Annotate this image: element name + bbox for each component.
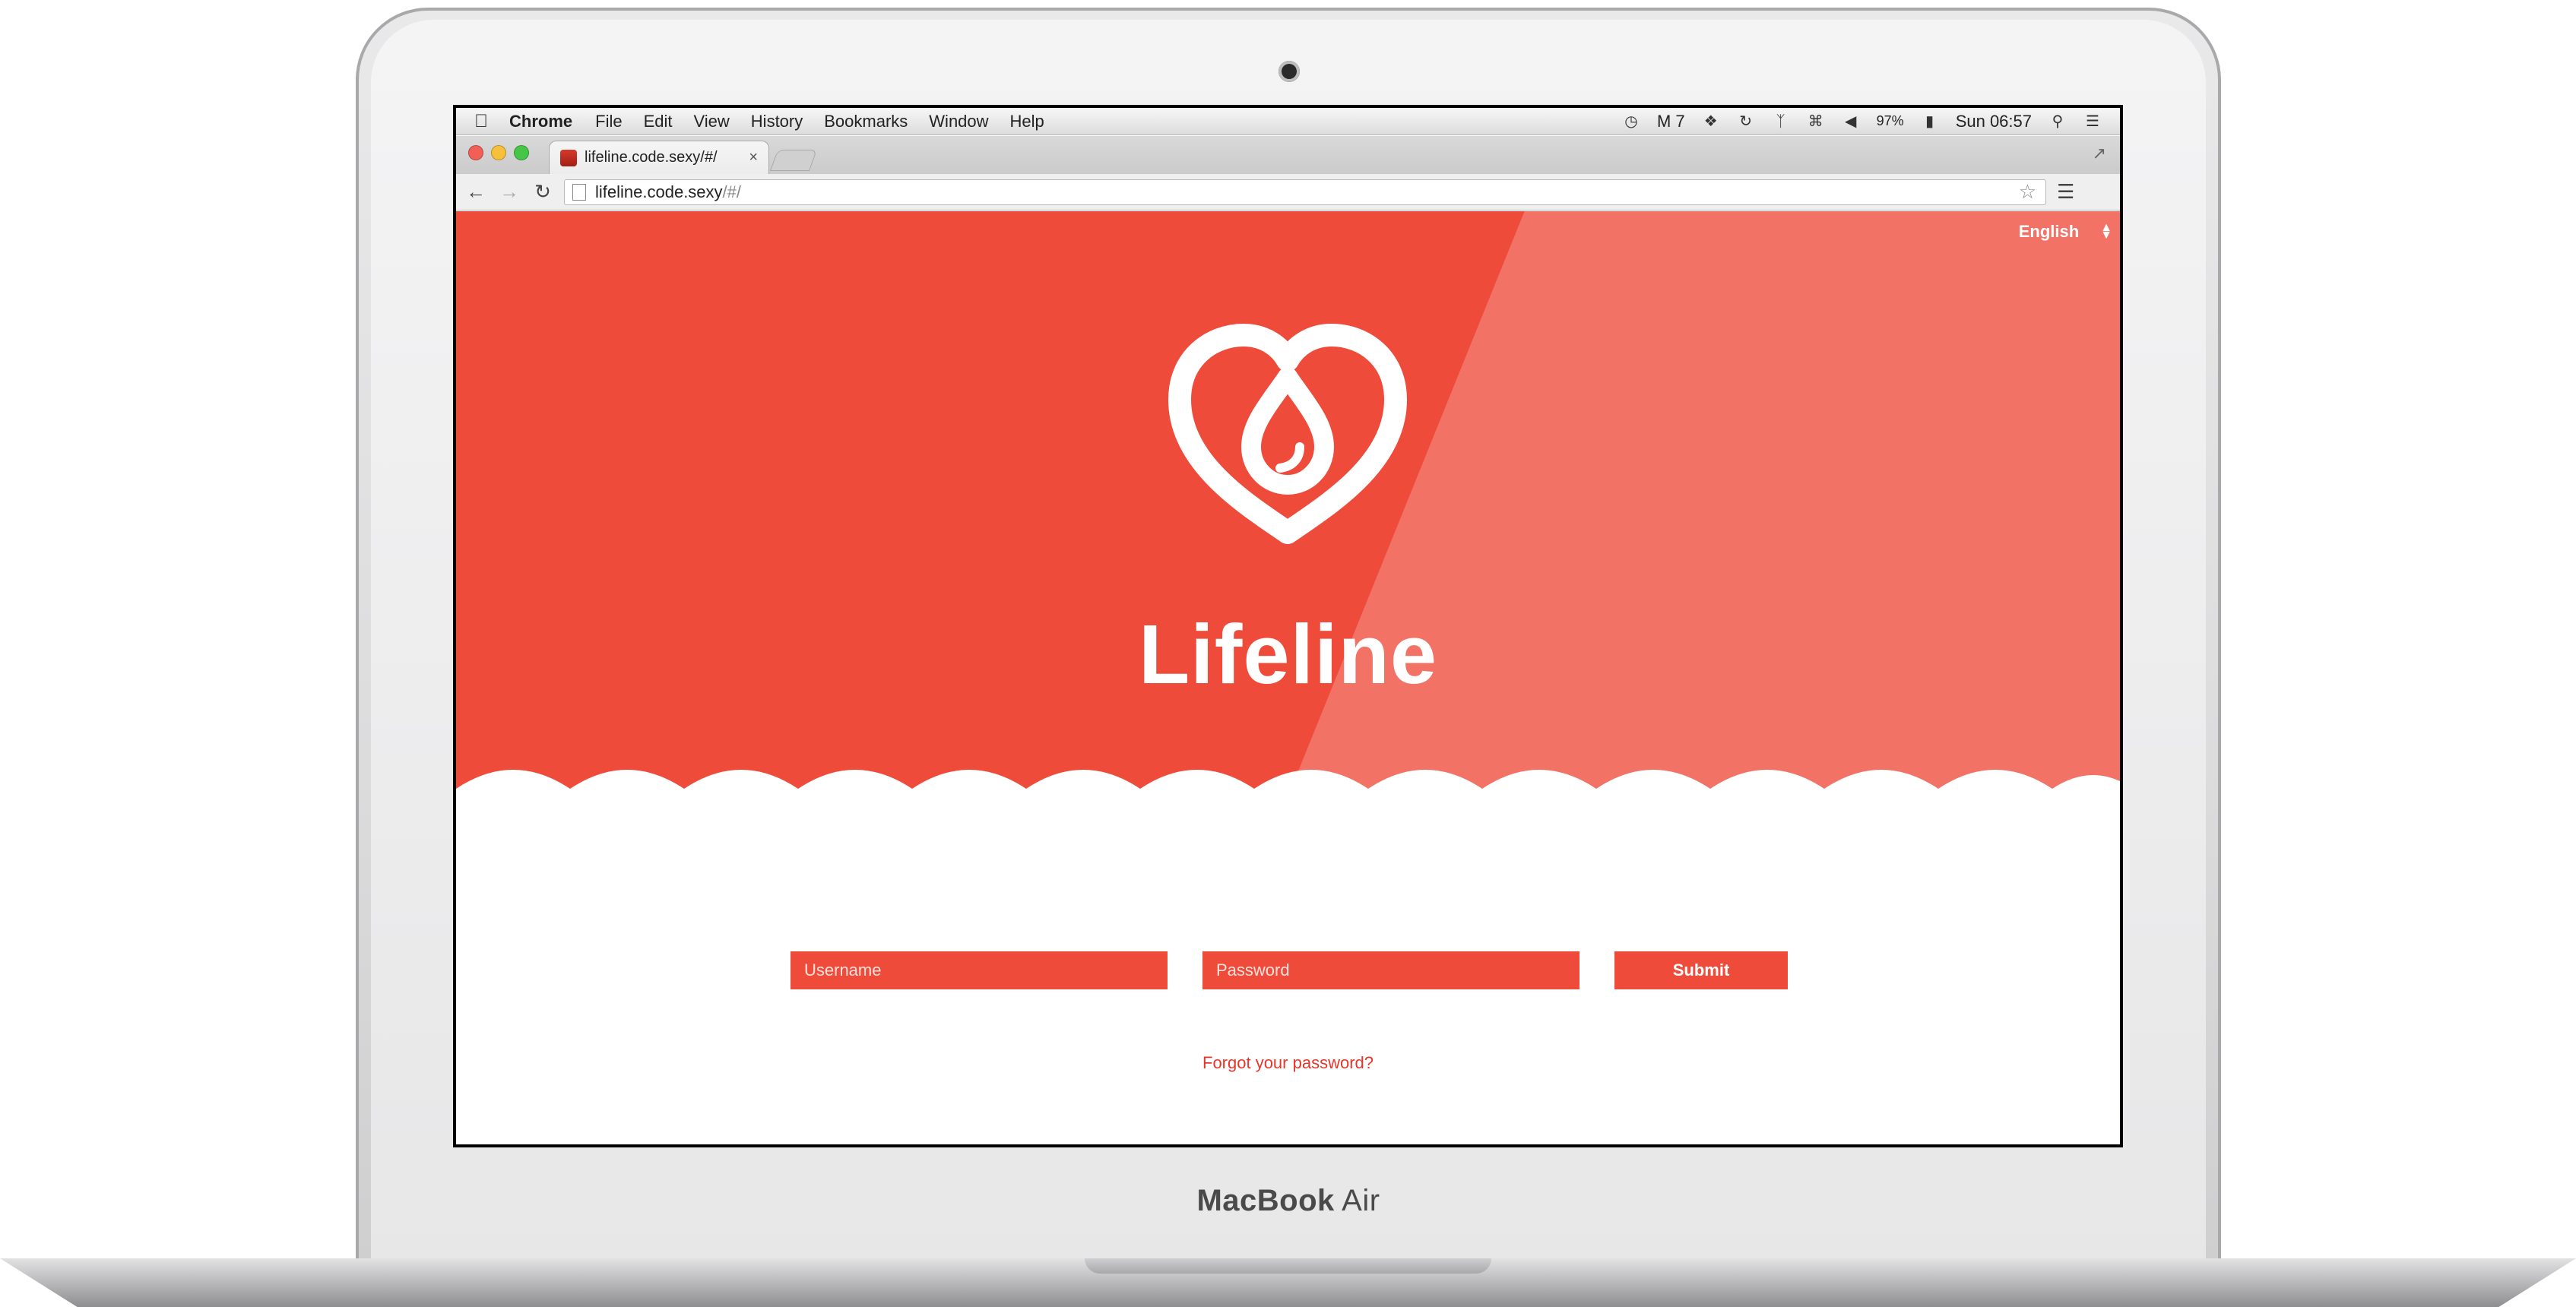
window-zoom-icon[interactable] bbox=[514, 145, 529, 160]
menu-window[interactable]: Window bbox=[929, 112, 988, 131]
spotlight-search-icon[interactable]: ⚲ bbox=[2048, 112, 2067, 131]
chrome-tab-strip: lifeline.code.sexy/#/ × ↗ bbox=[456, 136, 2120, 174]
m-icon: M bbox=[1656, 111, 1671, 131]
back-icon[interactable]: ← bbox=[462, 179, 490, 206]
laptop-hinge-notch bbox=[1085, 1258, 1491, 1274]
menu-edit[interactable]: Edit bbox=[644, 112, 673, 131]
apple-logo-icon[interactable]:  bbox=[474, 111, 488, 132]
menubar-status-area: ◷ M 7 ❖ ↻ ᛉ ⌘ ◀ 97% ▮ Sun 06:57 ⚲ ☰ bbox=[1622, 112, 2102, 131]
clock-app-icon[interactable]: ◷ bbox=[1622, 112, 1640, 131]
menubar-clock[interactable]: Sun 06:57 bbox=[1956, 112, 2032, 131]
battery-icon: ▮ bbox=[1925, 112, 1934, 130]
mac-menubar:  Chrome File Edit View History Bookmark… bbox=[456, 108, 2120, 135]
menu-view[interactable]: View bbox=[694, 112, 730, 131]
browser-viewport:  Chrome File Edit View History Bookmark… bbox=[456, 108, 2120, 1144]
bluetooth-icon[interactable]: ᛉ bbox=[1772, 112, 1790, 131]
menu-history[interactable]: History bbox=[751, 112, 803, 131]
fullscreen-icon[interactable]: ↗ bbox=[2093, 144, 2106, 163]
forgot-password-link[interactable]: Forgot your password? bbox=[456, 1053, 2120, 1073]
username-input[interactable] bbox=[791, 951, 1168, 989]
reload-icon[interactable]: ↻ bbox=[529, 179, 556, 206]
favicon-icon bbox=[560, 149, 577, 166]
language-label: English bbox=[2018, 222, 2080, 241]
language-select[interactable]: English ▲ ▼ bbox=[2019, 222, 2112, 242]
notification-badge[interactable]: M 7 bbox=[1657, 112, 1685, 131]
lifeline-heart-drop-logo-icon bbox=[1168, 324, 1407, 544]
login-form: Submit bbox=[791, 951, 1788, 989]
camera-icon bbox=[1278, 61, 1300, 82]
web-page: English ▲▼ Lifeline Submit Forgot your p… bbox=[456, 211, 2120, 1144]
browser-tab[interactable]: lifeline.code.sexy/#/ × bbox=[549, 141, 769, 174]
cloud-wave-divider bbox=[456, 770, 2120, 819]
new-tab-button[interactable] bbox=[769, 150, 818, 171]
notification-center-icon[interactable]: ☰ bbox=[2083, 112, 2102, 131]
address-url-path: /#/ bbox=[722, 182, 742, 201]
battery-percent[interactable]: 97% bbox=[1877, 113, 1904, 129]
dropbox-icon[interactable]: ❖ bbox=[1702, 112, 1720, 131]
forward-icon[interactable]: → bbox=[496, 179, 523, 206]
menu-file[interactable]: File bbox=[595, 112, 622, 131]
window-close-icon[interactable] bbox=[468, 145, 483, 160]
wifi-icon[interactable]: ⌘ bbox=[1807, 112, 1825, 131]
tab-title: lifeline.code.sexy/#/ bbox=[585, 149, 718, 166]
chrome-menu-icon[interactable]: ☰ bbox=[2057, 180, 2074, 204]
laptop-screen:  Chrome File Edit View History Bookmark… bbox=[453, 105, 2123, 1147]
hero-banner: English ▲ ▼ Lifeline bbox=[456, 211, 2120, 804]
tab-close-icon[interactable]: × bbox=[749, 149, 758, 166]
app-title: Lifeline bbox=[1138, 608, 1438, 701]
macbook-air-label: MacBook Air bbox=[1196, 1184, 1380, 1217]
address-bar[interactable]: lifeline.code.sexy/#/ ☆ bbox=[564, 179, 2046, 205]
volume-icon[interactable]: ◀ bbox=[1842, 112, 1860, 131]
bookmark-star-icon[interactable]: ☆ bbox=[2019, 180, 2036, 204]
time-machine-icon[interactable]: ↻ bbox=[1737, 112, 1755, 131]
page-icon bbox=[572, 183, 586, 201]
menu-bookmarks[interactable]: Bookmarks bbox=[824, 112, 908, 131]
window-minimize-icon[interactable] bbox=[491, 145, 506, 160]
select-arrows-icon: ▲ ▼ bbox=[2100, 221, 2112, 242]
chrome-toolbar: ← → ↻ lifeline.code.sexy/#/ ☆ ☰ bbox=[456, 174, 2120, 210]
menu-help[interactable]: Help bbox=[1010, 112, 1044, 131]
menu-app-name[interactable]: Chrome bbox=[509, 112, 572, 131]
password-input[interactable] bbox=[1202, 951, 1580, 989]
address-url-host: lifeline.code.sexy bbox=[595, 182, 723, 201]
submit-button[interactable]: Submit bbox=[1614, 951, 1788, 989]
